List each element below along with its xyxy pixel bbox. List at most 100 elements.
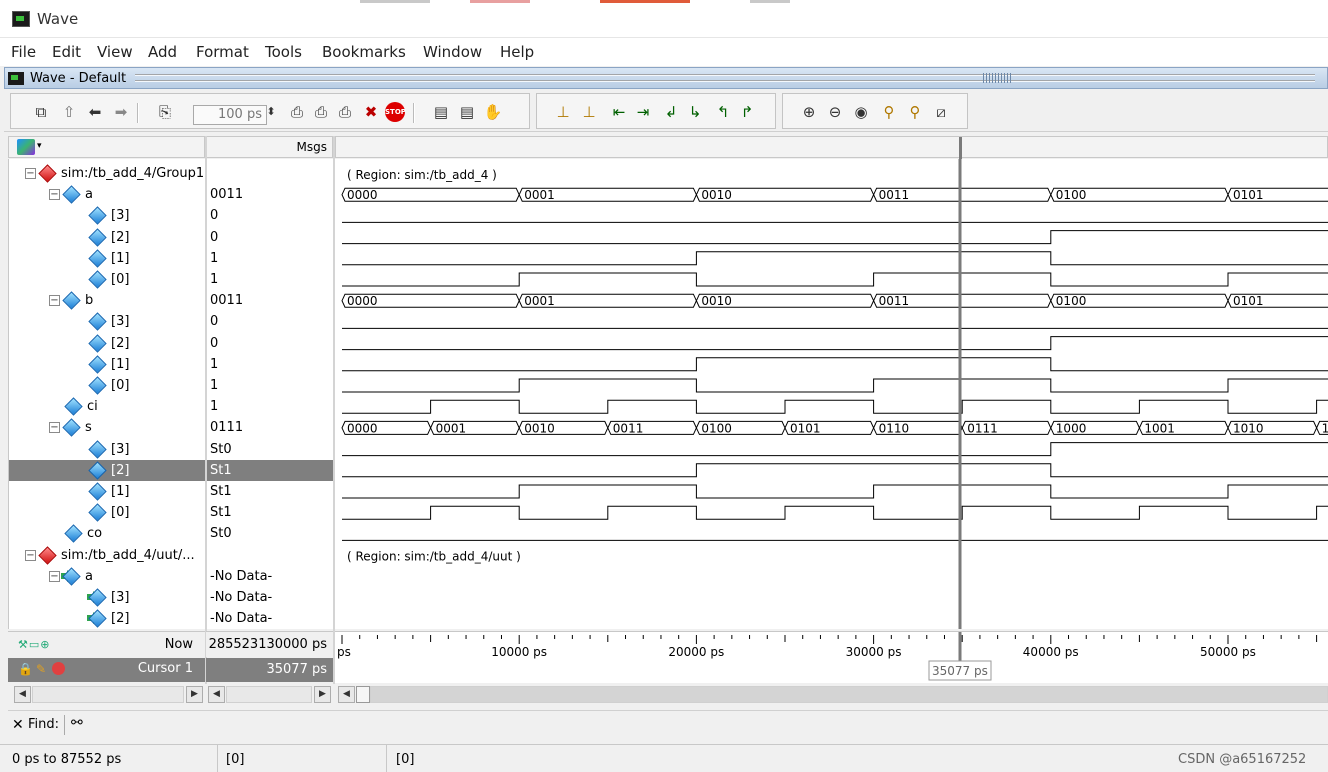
zoom-full-icon[interactable]: ◉ [851, 102, 871, 122]
menu-help[interactable]: Help [500, 43, 534, 61]
name-scroll-track[interactable] [32, 686, 184, 703]
wave-scroll-track[interactable] [370, 686, 1328, 703]
up-arrow-icon[interactable]: ⇧ [59, 102, 79, 122]
signal-value-row[interactable]: -No Data- [206, 587, 333, 608]
menu-edit[interactable]: Edit [52, 43, 81, 61]
wave-scroll-thumb[interactable] [356, 686, 370, 703]
close-find-icon[interactable]: ✕ [12, 717, 24, 733]
signal-row[interactable]: [3] [9, 311, 205, 332]
signal-row[interactable]: [1] [9, 481, 205, 502]
collapse-toggle[interactable]: − [49, 570, 60, 582]
binoculars-icon[interactable]: ⚯ [71, 715, 83, 731]
signal-row[interactable]: [3] [9, 439, 205, 460]
step-out-icon[interactable]: ✋ [483, 102, 503, 122]
signal-row[interactable]: − a [9, 566, 205, 587]
signal-value-row[interactable]: St0 [206, 439, 333, 460]
signal-value-row[interactable]: 1 [206, 396, 333, 417]
menu-add[interactable]: Add [148, 43, 177, 61]
signal-row[interactable]: [3] [9, 205, 205, 226]
signal-value-row[interactable]: -No Data- [206, 608, 333, 629]
signal-row[interactable]: [3] [9, 587, 205, 608]
signal-value-row[interactable]: 0011 [206, 290, 333, 311]
signal-value-row[interactable]: 1 [206, 375, 333, 396]
signal-value-row[interactable]: St1 [206, 481, 333, 502]
now-toolbar-icons[interactable]: ⚒▭⊕ [18, 638, 50, 651]
collapse-toggle[interactable]: − [25, 549, 36, 561]
wave-scroll-left-button[interactable]: ◀ [338, 686, 355, 703]
zoom-out-icon[interactable]: ⊖ [825, 102, 845, 122]
signal-value-row[interactable] [206, 163, 333, 184]
signal-value-row[interactable]: St1 [206, 502, 333, 523]
menu-bookmarks[interactable]: Bookmarks [322, 43, 406, 61]
restart-icon[interactable]: ⧉ [31, 102, 51, 122]
signal-row[interactable]: [2] [9, 227, 205, 248]
back-arrow-icon[interactable]: ⬅ [85, 102, 105, 122]
signal-value-row[interactable]: 0 [206, 333, 333, 354]
cursor-edit-icon[interactable]: ✎ [36, 662, 46, 676]
stop-icon[interactable]: STOP [385, 102, 406, 122]
cursor-lock-icon[interactable]: 🔒 [18, 662, 33, 676]
next-falling-edge-icon[interactable]: ↳ [685, 102, 705, 122]
name-scroll-left-button[interactable]: ◀ [14, 686, 31, 703]
signal-value-row[interactable]: St0 [206, 523, 333, 544]
signal-value-row[interactable]: 1 [206, 354, 333, 375]
value-scroll-right-button[interactable]: ▶ [314, 686, 331, 703]
signal-row[interactable]: [0] [9, 502, 205, 523]
collapse-toggle[interactable]: − [49, 422, 60, 434]
insert-cursor-icon[interactable]: ⊥ [553, 102, 573, 122]
menu-tools[interactable]: Tools [265, 43, 302, 61]
signal-row[interactable]: − a [9, 184, 205, 205]
signal-row[interactable]: − b [9, 290, 205, 311]
menu-window[interactable]: Window [423, 43, 482, 61]
next-transition-icon[interactable]: ⇥ [633, 102, 653, 122]
prev-rising-edge-icon[interactable]: ↰ [713, 102, 733, 122]
pane-splitter[interactable] [333, 136, 335, 684]
run-icon[interactable]: ⎙ [287, 102, 307, 122]
forward-arrow-icon[interactable]: ➡ [111, 102, 131, 122]
signal-value-row[interactable]: 0 [206, 227, 333, 248]
signal-value-row[interactable]: St1 [206, 459, 333, 481]
waveform-canvas[interactable]: ( Region: sim:/tb_add_4 ) ( Region: sim:/… [335, 159, 1328, 629]
signal-value-row[interactable]: 0111 [206, 417, 333, 438]
name-scroll-right-button[interactable]: ▶ [186, 686, 203, 703]
menu-format[interactable]: Format [196, 43, 249, 61]
collapse-toggle[interactable]: − [49, 295, 60, 307]
signal-row[interactable]: [2] [9, 333, 205, 354]
run-all-icon[interactable]: ⎙ [335, 102, 355, 122]
signal-value-row[interactable]: 1 [206, 269, 333, 290]
signal-row[interactable]: [2] [9, 608, 205, 629]
menu-view[interactable]: View [97, 43, 133, 61]
prev-falling-edge-icon[interactable]: ↲ [661, 102, 681, 122]
dropdown-arrow-icon[interactable]: ▾ [37, 141, 42, 151]
prev-transition-icon[interactable]: ⇤ [609, 102, 629, 122]
signal-row[interactable]: [1] [9, 354, 205, 375]
wave-add-icon[interactable] [17, 139, 35, 155]
zoom-in-icon[interactable]: ⊕ [799, 102, 819, 122]
value-scroll-track[interactable] [226, 686, 312, 703]
break-icon[interactable]: ✖ [361, 102, 381, 122]
signal-row[interactable]: [1] [9, 248, 205, 269]
zoom-region-icon[interactable]: ⧄ [931, 102, 951, 122]
value-scroll-left-button[interactable]: ◀ [208, 686, 225, 703]
collapse-toggle[interactable]: − [49, 189, 60, 201]
step-over-icon[interactable]: ▤ [457, 102, 477, 122]
signal-row[interactable]: − sim:/tb_add_4/uut/... [9, 545, 205, 566]
zoom-between-cursors-icon[interactable]: ⚲ [905, 102, 925, 122]
signal-row[interactable]: ci [9, 396, 205, 417]
menu-file[interactable]: File [11, 43, 36, 61]
signal-value-row[interactable] [206, 545, 333, 566]
continue-run-icon[interactable]: ⎙ [311, 102, 331, 122]
pane-splitter[interactable] [205, 136, 207, 684]
signal-row[interactable]: − sim:/tb_add_4/Group1 [9, 163, 205, 184]
signal-value-row[interactable]: 0 [206, 205, 333, 226]
signal-value-row[interactable]: -No Data- [206, 566, 333, 587]
signal-value-row[interactable]: 0 [206, 311, 333, 332]
delete-cursor-icon[interactable]: ⊥ [579, 102, 599, 122]
next-rising-edge-icon[interactable]: ↱ [737, 102, 757, 122]
run-time-input[interactable]: 100 ps [193, 105, 267, 125]
waveform-pane[interactable]: ( Region: sim:/tb_add_4 ) ( Region: sim:/… [335, 159, 1328, 629]
signal-row[interactable]: − s [9, 417, 205, 438]
run-length-icon[interactable]: ⎘ [155, 102, 175, 122]
step-icon[interactable]: ▤ [431, 102, 451, 122]
signal-row[interactable]: [0] [9, 269, 205, 290]
